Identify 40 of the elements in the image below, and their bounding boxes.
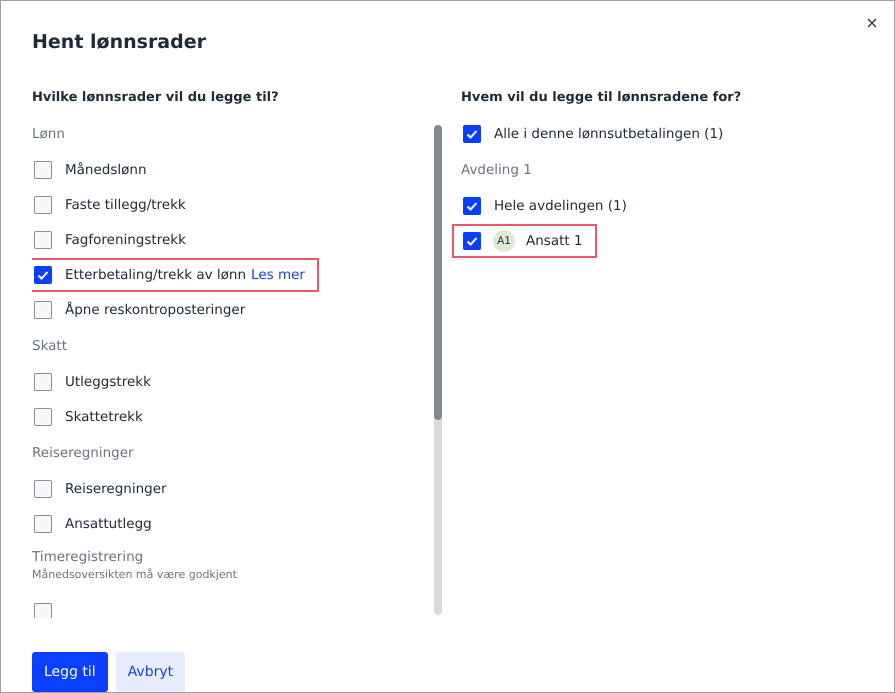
checked-checkbox[interactable] xyxy=(463,125,481,143)
avatar-initials: A1 xyxy=(493,230,515,252)
checkbox[interactable] xyxy=(34,480,52,498)
checkbox[interactable] xyxy=(34,301,52,319)
checkbox[interactable] xyxy=(34,196,52,214)
checked-checkbox[interactable] xyxy=(463,197,481,215)
checked-checkbox[interactable] xyxy=(34,266,52,284)
section-heading: Hvem vil du legge til lønnsradene for? xyxy=(461,90,742,107)
close-icon[interactable] xyxy=(867,18,877,28)
checked-checkbox[interactable] xyxy=(463,232,481,250)
option-label: Ansatt 1 xyxy=(526,233,583,249)
option-label: Ansattutlegg xyxy=(65,516,152,532)
scrollbar[interactable] xyxy=(434,125,442,615)
checkbox[interactable] xyxy=(34,373,52,391)
checkbox[interactable] xyxy=(34,603,52,618)
checkbox[interactable] xyxy=(34,515,52,533)
option-label: Reiseregninger xyxy=(65,481,167,497)
option-label: Etterbetaling/trekk av lønn xyxy=(65,267,246,283)
cancel-button[interactable]: Avbryt xyxy=(116,652,186,692)
dialog-title: Hent lønnsrader xyxy=(32,31,206,55)
section-heading: Hvilke lønnsrader vil du legge til? xyxy=(32,90,280,107)
option-label: Fagforeningstrekk xyxy=(65,232,186,248)
read-more-link[interactable]: Les mer xyxy=(251,267,305,283)
add-button[interactable]: Legg til xyxy=(32,652,108,692)
option-label: Skattetrekk xyxy=(65,409,143,425)
group-label: Reiseregninger xyxy=(32,444,135,463)
checkbox[interactable] xyxy=(34,231,52,249)
option-label: Åpne reskontroposteringer xyxy=(65,302,246,318)
option-label: Alle i denne lønnsutbetalingen (1) xyxy=(494,126,724,142)
group-label: Timeregistrering xyxy=(32,548,144,567)
group-label: Avdeling 1 xyxy=(461,161,533,180)
group-label: Skatt xyxy=(32,337,68,356)
checkbox[interactable] xyxy=(34,161,52,179)
option-label: Faste tillegg/trekk xyxy=(65,197,186,213)
checkbox[interactable] xyxy=(34,408,52,426)
option-label: Utleggstrekk xyxy=(65,374,151,390)
group-note: Månedsoversikten må være godkjent xyxy=(32,568,238,583)
group-label: Lønn xyxy=(32,125,66,144)
option-label: Hele avdelingen (1) xyxy=(494,198,627,214)
option-label: Månedslønn xyxy=(65,162,147,178)
